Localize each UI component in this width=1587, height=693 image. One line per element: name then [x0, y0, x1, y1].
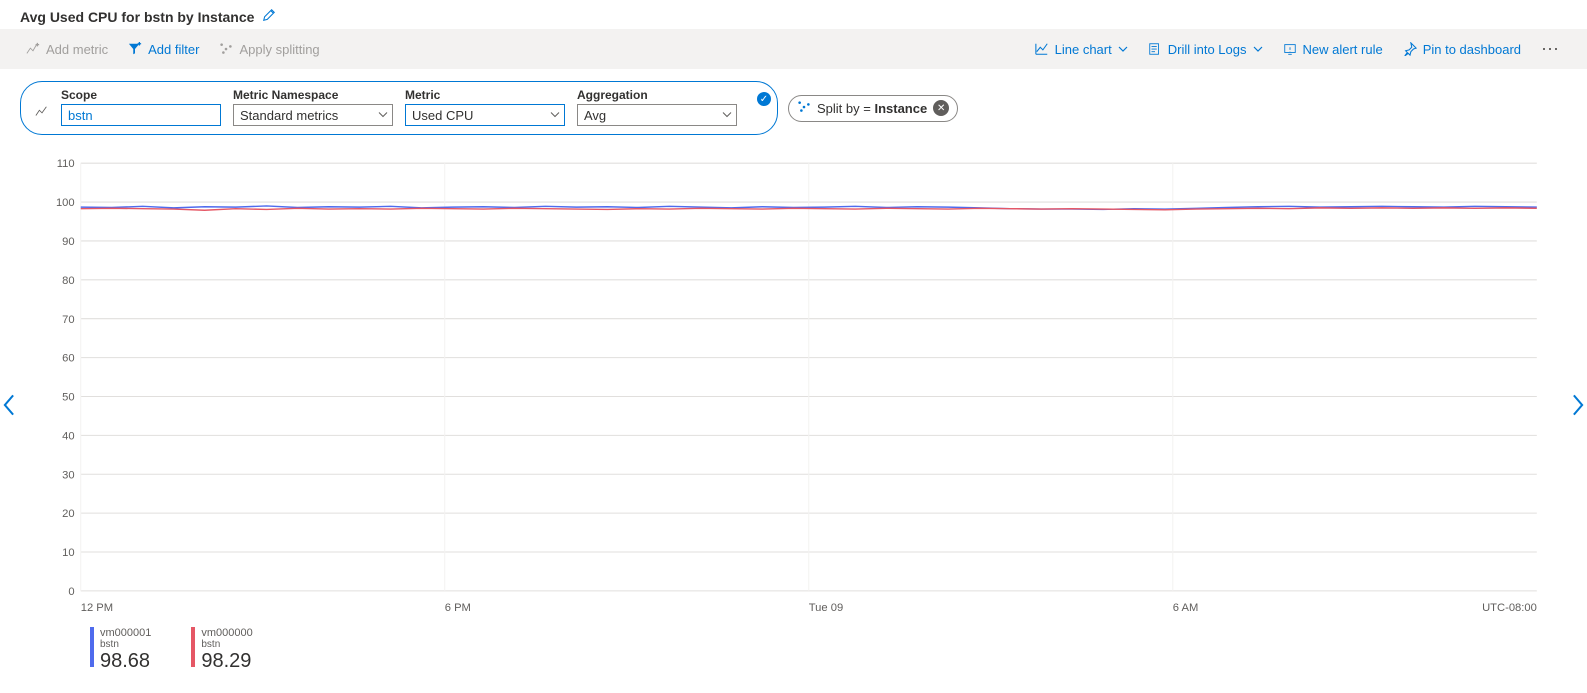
metric-series-icon [35, 105, 49, 122]
svg-text:Tue 09: Tue 09 [809, 602, 843, 614]
aggregation-label: Aggregation [577, 88, 737, 102]
scope-value: bstn [68, 108, 93, 123]
alert-icon [1283, 42, 1297, 56]
filter-icon [128, 42, 142, 56]
edit-title-icon[interactable] [262, 8, 276, 25]
chevron-down-icon [1253, 44, 1263, 54]
svg-text:60: 60 [62, 353, 74, 365]
svg-text:6 PM: 6 PM [445, 602, 471, 614]
scope-picker[interactable]: bstn [61, 104, 221, 126]
aggregation-picker[interactable]: Avg [577, 104, 737, 126]
svg-text:50: 50 [62, 392, 74, 404]
chevron-down-icon [722, 108, 732, 123]
line-chart-icon [1035, 42, 1049, 56]
svg-text:30: 30 [62, 469, 74, 481]
legend-item[interactable]: vm000001bstn98.68 [90, 627, 151, 673]
split-by-value: Instance [874, 101, 927, 116]
metric-namespace-value: Standard metrics [240, 108, 338, 123]
check-icon: ✓ [757, 92, 771, 106]
svg-text:6 AM: 6 AM [1173, 602, 1199, 614]
svg-text:20: 20 [62, 508, 74, 520]
remove-split-icon[interactable]: ✕ [933, 100, 949, 116]
legend-text: vm000000bstn98.29 [201, 627, 252, 673]
drill-logs-button[interactable]: Drill into Logs [1142, 38, 1269, 61]
page-title: Avg Used CPU for bstn by Instance [20, 9, 254, 25]
svg-text:40: 40 [62, 430, 74, 442]
splitting-icon [219, 42, 233, 56]
prev-time-range-button[interactable] [2, 394, 16, 422]
svg-text:10: 10 [62, 547, 74, 559]
scope-label: Scope [61, 88, 221, 102]
metric-definition-pill: Scope bstn Metric Namespace Standard met… [20, 81, 778, 135]
legend-item[interactable]: vm000000bstn98.29 [191, 627, 252, 673]
split-by-prefix: Split by = [817, 101, 874, 116]
logs-icon [1148, 42, 1162, 56]
chevron-down-icon [378, 108, 388, 123]
add-filter-button[interactable]: Add filter [122, 38, 205, 61]
apply-splitting-button[interactable]: Apply splitting [213, 38, 325, 61]
chart-legend: vm000001bstn98.68 vm000000bstn98.29 [40, 621, 1547, 673]
new-alert-button[interactable]: New alert rule [1277, 38, 1389, 61]
metric-picker[interactable]: Used CPU [405, 104, 565, 126]
chevron-down-icon [1118, 44, 1128, 54]
aggregation-value: Avg [584, 108, 606, 123]
drill-logs-label: Drill into Logs [1168, 42, 1247, 57]
metric-namespace-label: Metric Namespace [233, 88, 393, 102]
new-alert-label: New alert rule [1303, 42, 1383, 57]
pin-dashboard-button[interactable]: Pin to dashboard [1397, 38, 1527, 61]
svg-text:0: 0 [68, 586, 74, 598]
add-metric-icon [26, 42, 40, 56]
svg-text:100: 100 [56, 197, 75, 209]
chevron-down-icon [550, 108, 560, 123]
line-chart-label: Line chart [1055, 42, 1112, 57]
svg-text:12 PM: 12 PM [81, 602, 113, 614]
svg-text:UTC-08:00: UTC-08:00 [1482, 602, 1537, 614]
svg-text:110: 110 [57, 158, 75, 170]
line-chart-button[interactable]: Line chart [1029, 38, 1134, 61]
next-time-range-button[interactable] [1571, 394, 1585, 422]
svg-text:80: 80 [62, 275, 74, 287]
metric-value: Used CPU [412, 108, 473, 123]
add-filter-label: Add filter [148, 42, 199, 57]
add-metric-button[interactable]: Add metric [20, 38, 114, 61]
metric-config-row: Scope bstn Metric Namespace Standard met… [0, 69, 1587, 143]
pin-icon [1403, 42, 1417, 56]
pin-dashboard-label: Pin to dashboard [1423, 42, 1521, 57]
toolbar: Add metric Add filter Apply splitting Li… [0, 29, 1587, 69]
scatter-icon [797, 100, 811, 117]
add-metric-label: Add metric [46, 42, 108, 57]
metric-namespace-picker[interactable]: Standard metrics [233, 104, 393, 126]
legend-text: vm000001bstn98.68 [100, 627, 151, 673]
metrics-line-chart: 0 10 20 30 40 50 60 70 80 90 100 110 12 PM 6 PM Tue 09… [40, 153, 1547, 621]
split-by-pill[interactable]: Split by = Instance ✕ [788, 95, 958, 122]
legend-color-bar [191, 627, 195, 667]
svg-text:90: 90 [62, 236, 74, 248]
more-actions-button[interactable]: ⋯ [1535, 42, 1567, 56]
legend-color-bar [90, 627, 94, 667]
svg-text:70: 70 [62, 314, 74, 326]
metric-label: Metric [405, 88, 565, 102]
apply-splitting-label: Apply splitting [239, 42, 319, 57]
